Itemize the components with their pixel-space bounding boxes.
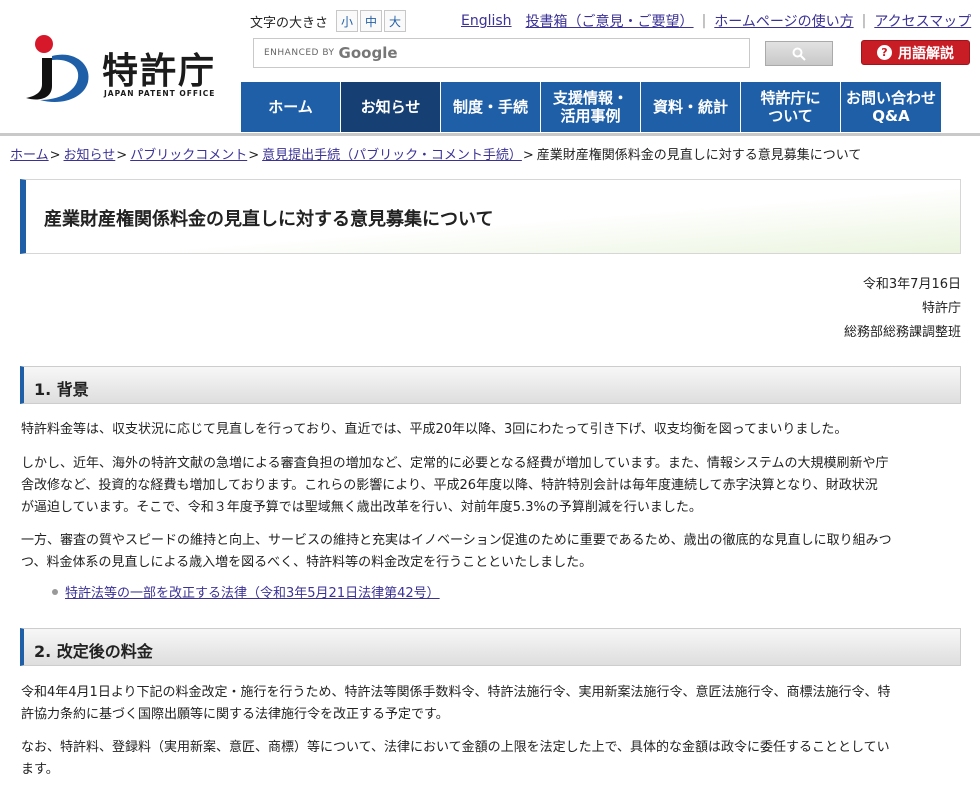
signature-block: 令和3年7月16日 特許庁 総務部総務課調整班 [844,273,961,345]
breadcrumb-home[interactable]: ホーム [10,148,49,163]
font-size-controls: 文字の大きさ 小 中 大 [250,10,407,32]
issuing-department: 総務部総務課調整班 [843,325,961,340]
header-divider [0,133,980,136]
patent-law-amendment-link[interactable]: 特許法等の一部を改正する法律（令和3年5月21日法律第42号） [65,582,440,601]
breadcrumb-news[interactable]: お知らせ [64,148,116,163]
bullet-icon [52,588,58,595]
font-size-label: 文字の大きさ [250,15,329,31]
background-paragraph-3: 一方、審査の質やスピードの維持と向上、サービスの維持と充実はイノベーション促進の… [21,533,892,570]
nav-procedures[interactable]: 制度・手続 [441,82,541,132]
section-fees-heading: 2. 改定後の料金 [20,628,961,666]
breadcrumb-procedure[interactable]: 意見提出手続（パブリック・コメント手続） [262,148,522,163]
nav-news[interactable]: お知らせ [341,82,441,132]
nav-contact[interactable]: お問い合わせ Q&A [841,82,941,132]
top-links: English 投書箱（ご意見・ご要望） | ホームページの使い方 | アクセス… [461,11,972,31]
font-size-large-button[interactable]: 大 [384,10,407,32]
issue-date: 令和3年7月16日 [862,277,961,292]
global-nav: ホーム お知らせ 制度・手続 支援情報・ 活用事例 資料・統計 特許庁に ついて お… [241,82,941,132]
nav-statistics[interactable]: 資料・統計 [641,82,741,132]
search-enhanced-label: ENHANCED BY [264,48,335,58]
font-size-medium-button[interactable]: 中 [360,10,383,32]
background-paragraph-2: しかし、近年、海外の特許文献の急増による審査負担の増加など、定常的に必要となる経… [21,456,889,515]
site-header: 特許庁 JAPAN PATENT OFFICE 文字の大きさ 小 中 大 Eng… [0,0,980,136]
breadcrumb-current: 産業財産権関係料金の見直しに対する意見募集について [536,148,862,163]
how-to-use-link[interactable]: ホームページの使い方 [714,11,853,31]
glossary-button[interactable]: ? 用語解説 [861,40,970,65]
background-paragraph-1: 特許料金等は、収支状況に応じて見直しを行っており、直近では、平成20年以降、3回… [21,422,848,437]
fees-paragraph-2: なお、特許料、登録料（実用新案、意匠、商標）等について、法律において金額の上限を… [21,740,890,777]
nav-home[interactable]: ホーム [241,82,341,132]
search-icon [792,47,806,61]
page-title: 産業財産権関係料金の見直しに対する意見募集について [44,209,494,230]
search-button[interactable] [765,41,833,66]
search-input[interactable]: ENHANCED BY Google [253,38,750,68]
logo-name: 特許庁 [102,51,217,92]
access-map-link[interactable]: アクセスマップ [874,11,971,31]
glossary-label: 用語解説 [898,45,954,62]
question-icon: ? [877,45,892,60]
jpo-logo-icon [26,35,89,102]
page-title-box: 産業財産権関係料金の見直しに対する意見募集について [20,179,961,254]
feedback-link[interactable]: 投書箱（ご意見・ご要望） [526,11,694,31]
section-background-heading: 1. 背景 [20,366,961,404]
list-item: 特許法等の一部を改正する法律（令和3年5月21日法律第42号） [52,582,440,601]
font-size-small-button[interactable]: 小 [336,10,359,32]
breadcrumb: ホーム> お知らせ> パブリックコメント> 意見提出手続（パブリック・コメント手続）>… [10,148,862,163]
english-link[interactable]: English [461,13,512,29]
fees-paragraph-1: 令和4年4月1日より下記の料金改定・施行を行うため、特許法等関係手数料令、特許法… [21,685,891,722]
logo-subtitle: JAPAN PATENT OFFICE [104,89,216,98]
nav-support[interactable]: 支援情報・ 活用事例 [541,82,641,132]
breadcrumb-public-comment[interactable]: パブリックコメント [130,148,247,163]
search-provider-label: Google [338,44,398,62]
issuing-office: 特許庁 [921,301,961,316]
nav-about[interactable]: 特許庁に ついて [741,82,841,132]
site-logo[interactable]: 特許庁 JAPAN PATENT OFFICE [18,28,218,108]
